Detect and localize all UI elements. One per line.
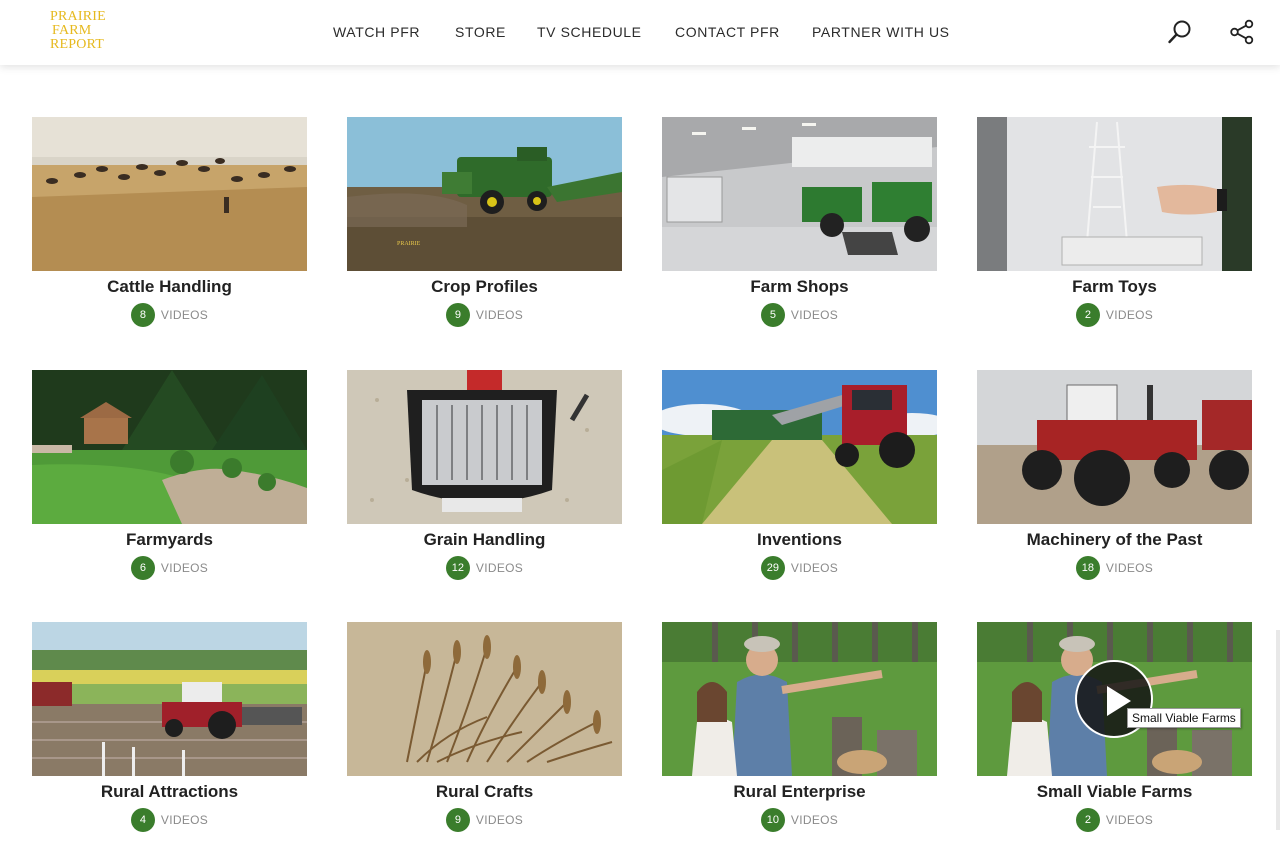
nav-partner-with-us[interactable]: PARTNER WITH US [812,24,950,40]
category-title[interactable]: Farm Shops [662,277,937,297]
videos-label: VIDEOS [160,561,209,575]
nav-store[interactable]: STORE [455,24,506,40]
videos-label: VIDEOS [160,308,209,322]
scrollbar[interactable] [1276,630,1280,830]
count-badge: 2 [1075,303,1100,327]
category-title[interactable]: Farmyards [32,530,307,550]
count-badge: 8 [130,303,155,327]
category-card-crop-profiles: PRAIRIE Crop Profiles 9 VIDEOS [347,117,622,332]
videos-label: VIDEOS [475,561,524,575]
category-thumbnail[interactable] [32,370,307,524]
share-icon[interactable] [1229,19,1255,45]
search-icon[interactable] [1167,19,1193,45]
category-title[interactable]: Cattle Handling [32,277,307,297]
category-thumbnail[interactable] [32,622,307,776]
cattle-in-cornfield-image [32,117,307,271]
video-count: 6 VIDEOS [32,556,307,580]
category-card-small-viable-farms: Small Viable Farms Small Viable Farms 2 … [977,622,1252,837]
category-title[interactable]: Crop Profiles [347,277,622,297]
category-thumbnail[interactable] [347,622,622,776]
category-thumbnail[interactable] [977,370,1252,524]
category-card-farm-toys: Farm Toys 2 VIDEOS [977,117,1252,332]
videos-label: VIDEOS [790,308,839,322]
category-thumbnail[interactable] [662,622,937,776]
category-title[interactable]: Farm Toys [977,277,1252,297]
category-thumbnail[interactable] [662,370,937,524]
gazebo-garden-image [32,370,307,524]
count-badge: 29 [760,556,785,580]
category-title[interactable]: Machinery of the Past [977,530,1252,550]
tractors-in-shop-image [662,117,937,271]
category-title[interactable]: Inventions [662,530,937,550]
site-header: PRAIRIE FARM REPORT WATCH PFR STORE TV S… [0,0,1280,65]
count-badge: 12 [445,556,470,580]
category-card-inventions: Inventions 29 VIDEOS [662,370,937,585]
videos-label: VIDEOS [790,813,839,827]
nav-watch-pfr[interactable]: WATCH PFR [333,24,420,40]
category-thumbnail[interactable]: Small Viable Farms [977,622,1252,776]
count-badge: 4 [130,808,155,832]
video-count: 4 VIDEOS [32,808,307,832]
count-badge: 18 [1075,556,1100,580]
video-count: 9 VIDEOS [347,303,622,327]
category-title[interactable]: Rural Enterprise [662,782,937,802]
green-combine-harvester-image: PRAIRIE [347,117,622,271]
category-thumbnail[interactable] [32,117,307,271]
video-count: 12 VIDEOS [347,556,622,580]
category-title[interactable]: Small Viable Farms [977,782,1252,802]
category-card-farm-shops: Farm Shops 5 VIDEOS [662,117,937,332]
category-card-rural-enterprise: Rural Enterprise 10 VIDEOS [662,622,937,837]
category-card-farmyards: Farmyards 6 VIDEOS [32,370,307,585]
count-badge: 6 [130,556,155,580]
category-title[interactable]: Grain Handling [347,530,622,550]
category-title[interactable]: Rural Attractions [32,782,307,802]
nav-contact-pfr[interactable]: CONTACT PFR [675,24,780,40]
count-badge: 5 [760,303,785,327]
category-card-rural-crafts: Rural Crafts 9 VIDEOS [347,622,622,837]
video-count: 8 VIDEOS [32,303,307,327]
count-badge: 2 [1075,808,1100,832]
wheat-straw-art-image [347,622,622,776]
video-count: 18 VIDEOS [977,556,1252,580]
videos-label: VIDEOS [1105,561,1154,575]
category-card-machinery-of-the-past: Machinery of the Past 18 VIDEOS [977,370,1252,585]
category-card-rural-attractions: Rural Attractions 4 VIDEOS [32,622,307,837]
videos-label: VIDEOS [160,813,209,827]
category-card-cattle-handling: Cattle Handling 8 VIDEOS [32,117,307,332]
tractor-field-plots-image [32,622,307,776]
category-title[interactable]: Rural Crafts [347,782,622,802]
video-count: 10 VIDEOS [662,808,937,832]
videos-label: VIDEOS [475,308,524,322]
nav-tv-schedule[interactable]: TV SCHEDULE [537,24,642,40]
videos-label: VIDEOS [475,813,524,827]
model-drilling-rig-image [977,117,1252,271]
count-badge: 9 [445,808,470,832]
hover-tooltip: Small Viable Farms [1127,708,1241,728]
svg-text:PRAIRIE: PRAIRIE [397,241,421,247]
category-thumbnail[interactable] [662,117,937,271]
videos-label: VIDEOS [1105,813,1154,827]
videos-label: VIDEOS [790,561,839,575]
video-count: 2 VIDEOS [977,303,1252,327]
red-tractor-hay-image [662,370,937,524]
category-card-grain-handling: Grain Handling 12 VIDEOS [347,370,622,585]
main-nav: WATCH PFR STORE TV SCHEDULE CONTACT PFR … [0,0,1280,65]
vintage-4wd-tractor-image [977,370,1252,524]
category-thumbnail[interactable] [977,117,1252,271]
count-badge: 10 [760,808,785,832]
video-count: 9 VIDEOS [347,808,622,832]
video-count: 29 VIDEOS [662,556,937,580]
videos-label: VIDEOS [1105,308,1154,322]
video-count: 5 VIDEOS [662,303,937,327]
video-count: 2 VIDEOS [977,808,1252,832]
category-thumbnail[interactable] [347,370,622,524]
couple-at-fence-image [662,622,937,776]
grain-auger-screen-image [347,370,622,524]
count-badge: 9 [445,303,470,327]
category-thumbnail[interactable]: PRAIRIE [347,117,622,271]
